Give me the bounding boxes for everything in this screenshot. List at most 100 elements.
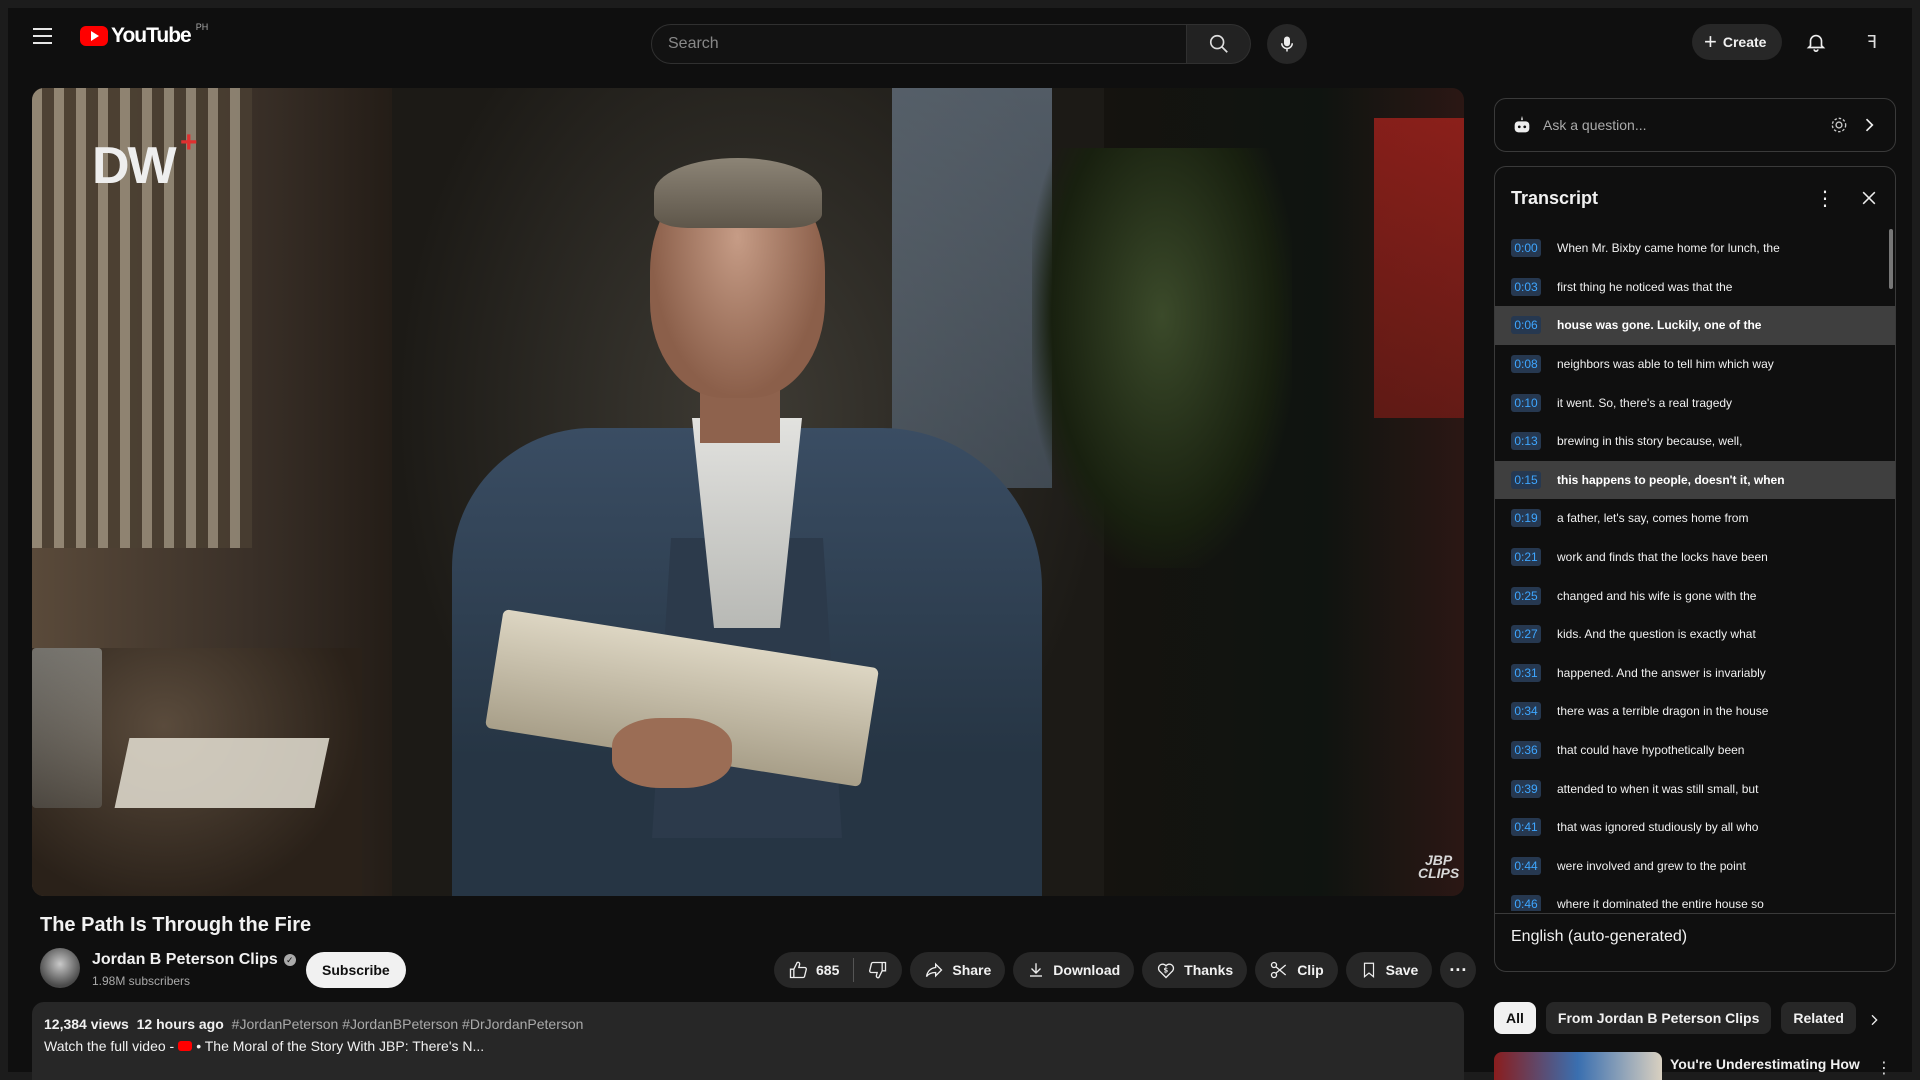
- share-button[interactable]: Share: [910, 952, 1006, 988]
- transcript-list: 0:00 When Mr. Bixby came home for lunch, …: [1495, 229, 1895, 911]
- transcript-timestamp[interactable]: 0:10: [1511, 393, 1541, 412]
- youtube-mini-icon: [178, 1041, 193, 1051]
- transcript-row[interactable]: 0:27 kids. And the question is exactly wh…: [1495, 615, 1895, 654]
- transcript-text: first thing he noticed was that the: [1557, 279, 1733, 294]
- transcript-timestamp[interactable]: 0:25: [1511, 586, 1541, 605]
- gear-icon[interactable]: [1829, 115, 1849, 135]
- transcript-row[interactable]: 0:06 house was gone. Luckily, one of the: [1495, 306, 1895, 345]
- transcript-timestamp[interactable]: 0:19: [1511, 509, 1541, 528]
- more-actions-button[interactable]: ···: [1440, 952, 1477, 988]
- voice-search-button[interactable]: [1267, 24, 1307, 64]
- scissors-icon: [1271, 961, 1287, 979]
- video-player[interactable]: DW + JBP CLIPS: [32, 88, 1464, 896]
- subscribe-button[interactable]: Subscribe: [306, 952, 406, 988]
- transcript-timestamp[interactable]: 0:39: [1511, 779, 1541, 798]
- transcript-text: When Mr. Bixby came home for lunch, the: [1557, 241, 1780, 256]
- recommended-thumbnail[interactable]: [1494, 1052, 1662, 1080]
- transcript-language[interactable]: English (auto-generated): [1495, 913, 1895, 971]
- transcript-timestamp[interactable]: 0:36: [1511, 741, 1541, 760]
- transcript-row[interactable]: 0:08 neighbors was able to tell him which…: [1495, 345, 1895, 384]
- recommended-title[interactable]: You're Underestimating How: [1670, 1052, 1860, 1080]
- transcript-timestamp[interactable]: 0:13: [1511, 432, 1541, 451]
- search-input[interactable]: [651, 24, 1187, 64]
- transcript-row[interactable]: 0:39 attended to when it was still small,…: [1495, 769, 1895, 808]
- subscriber-count: 1.98M subscribers: [92, 974, 191, 988]
- notifications-button[interactable]: [1800, 26, 1832, 58]
- sparkle-bot-icon: [1514, 115, 1530, 133]
- video-actions: 685 Share Download $ Thanks Clip Save ··…: [774, 952, 1477, 988]
- chips-next-button[interactable]: [1860, 1006, 1888, 1034]
- create-label: Create: [1722, 34, 1767, 50]
- transcript-row[interactable]: 0:10 it went. So, there's a real tragedy: [1495, 383, 1895, 422]
- more-horizontal-icon: ···: [1449, 959, 1468, 980]
- transcript-row[interactable]: 0:00 When Mr. Bixby came home for lunch, …: [1495, 229, 1895, 268]
- youtube-logo[interactable]: YouTube PH: [80, 22, 208, 48]
- filter-chip[interactable]: From Jordan B Peterson Clips: [1545, 1002, 1772, 1034]
- ask-placeholder: Ask a question...: [1543, 117, 1647, 133]
- download-button[interactable]: Download: [1013, 952, 1135, 988]
- download-icon: [1030, 963, 1043, 977]
- transcript-timestamp[interactable]: 0:46: [1511, 895, 1541, 911]
- transcript-timestamp[interactable]: 0:34: [1511, 702, 1541, 721]
- download-label: Download: [1053, 962, 1121, 978]
- account-avatar[interactable]: ꟻ: [1856, 26, 1888, 58]
- transcript-timestamp[interactable]: 0:44: [1511, 856, 1541, 875]
- transcript-scrollbar[interactable]: [1889, 229, 1893, 289]
- transcript-text: it went. So, there's a real tragedy: [1557, 395, 1733, 410]
- transcript-timestamp[interactable]: 0:08: [1511, 355, 1541, 374]
- description-prefix: Watch the full video -: [44, 1038, 175, 1054]
- transcript-row[interactable]: 0:15 this happens to people, doesn't it, …: [1495, 460, 1895, 500]
- ask-question-box[interactable]: Ask a question...: [1494, 98, 1896, 152]
- transcript-row[interactable]: 0:13 brewing in this story because, well,: [1495, 422, 1895, 461]
- thanks-label: Thanks: [1184, 962, 1234, 978]
- full-video-link[interactable]: • The Moral of the Story With JBP: There…: [196, 1038, 484, 1054]
- transcript-row[interactable]: 0:31 happened. And the answer is invariab…: [1495, 654, 1895, 693]
- chevron-right-icon: [1871, 1014, 1878, 1026]
- hashtags[interactable]: #JordanPeterson #JordanBPeterson #DrJord…: [232, 1016, 584, 1032]
- transcript-timestamp[interactable]: 0:21: [1511, 548, 1541, 567]
- transcript-text: house was gone. Luckily, one of the: [1557, 318, 1762, 333]
- menu-icon[interactable]: [28, 20, 60, 52]
- scene-artwork: [1374, 118, 1464, 418]
- scene-book: [114, 738, 330, 808]
- transcript-text: attended to when it was still small, but: [1557, 781, 1759, 796]
- recommended-video[interactable]: You're Underestimating How ⋮: [1494, 1052, 1896, 1080]
- transcript-row[interactable]: 0:34 there was a terrible dragon in the h…: [1495, 692, 1895, 731]
- chevron-right-icon[interactable]: [1859, 115, 1879, 135]
- search-button[interactable]: [1187, 24, 1251, 64]
- create-button[interactable]: + Create: [1692, 24, 1783, 60]
- transcript-timestamp[interactable]: 0:03: [1511, 277, 1541, 296]
- transcript-row[interactable]: 0:46 where it dominated the entire house …: [1495, 885, 1895, 911]
- channel-avatar[interactable]: [40, 948, 80, 988]
- transcript-row[interactable]: 0:19 a father, let's say, comes home from: [1495, 499, 1895, 538]
- like-button[interactable]: 685: [774, 952, 853, 988]
- more-vertical-icon[interactable]: ⋮: [1815, 186, 1835, 211]
- thanks-button[interactable]: $ Thanks: [1142, 952, 1248, 988]
- transcript-timestamp[interactable]: 0:41: [1511, 818, 1541, 837]
- transcript-timestamp[interactable]: 0:15: [1511, 470, 1541, 489]
- transcript-row[interactable]: 0:44 were involved and grew to the point: [1495, 847, 1895, 886]
- save-label: Save: [1385, 962, 1419, 978]
- description-box[interactable]: 12,384 views 12 hours ago #JordanPeterso…: [32, 1002, 1464, 1080]
- jbp-line2: CLIPS: [1418, 865, 1460, 881]
- transcript-timestamp[interactable]: 0:27: [1511, 625, 1541, 644]
- filter-chip[interactable]: Related: [1781, 1002, 1856, 1034]
- thumbs-down-icon: [869, 961, 887, 979]
- channel-name[interactable]: Jordan B Peterson Clips ✓: [92, 951, 296, 969]
- more-vertical-icon[interactable]: ⋮: [1876, 1058, 1892, 1078]
- clip-button[interactable]: Clip: [1255, 952, 1338, 988]
- transcript-row[interactable]: 0:41 that was ignored studiously by all w…: [1495, 808, 1895, 847]
- filter-chip[interactable]: All: [1494, 1002, 1536, 1034]
- transcript-row[interactable]: 0:36 that could have hypothetically been: [1495, 731, 1895, 770]
- transcript-timestamp[interactable]: 0:00: [1511, 239, 1541, 258]
- close-icon[interactable]: [1859, 188, 1879, 208]
- transcript-row[interactable]: 0:03 first thing he noticed was that the: [1495, 268, 1895, 307]
- save-button[interactable]: Save: [1345, 952, 1433, 988]
- transcript-timestamp[interactable]: 0:06: [1511, 316, 1541, 335]
- like-count: 685: [816, 962, 840, 978]
- plus-icon: +: [1704, 29, 1717, 54]
- transcript-row[interactable]: 0:25 changed and his wife is gone with th…: [1495, 576, 1895, 615]
- transcript-timestamp[interactable]: 0:31: [1511, 663, 1541, 682]
- dislike-button[interactable]: [854, 952, 902, 988]
- transcript-row[interactable]: 0:21 work and finds that the locks have b…: [1495, 538, 1895, 577]
